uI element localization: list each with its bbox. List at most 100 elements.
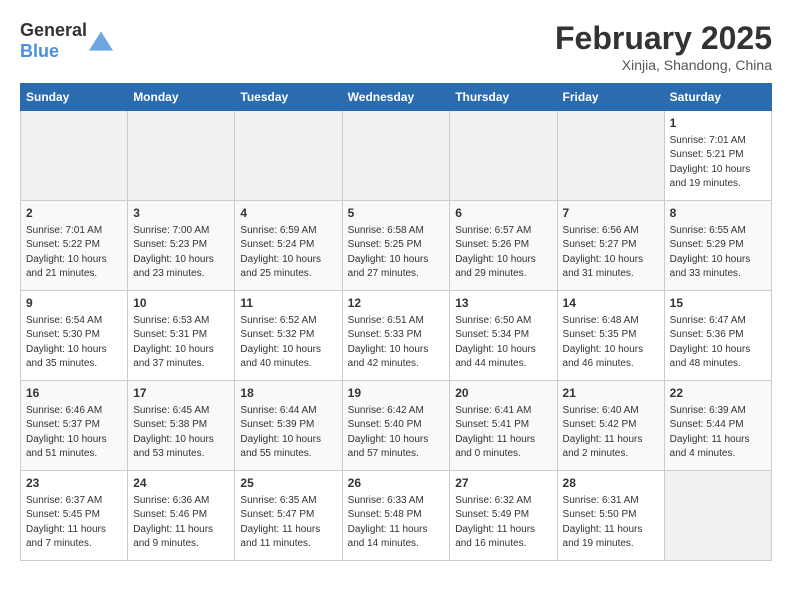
day-number: 9	[26, 295, 122, 312]
day-info: Sunrise: 6:51 AM Sunset: 5:33 PM Dayligh…	[348, 314, 445, 372]
calendar-cell: 25 Sunrise: 6:35 AM Sunset: 5:47 PM Dayli…	[235, 471, 342, 561]
header-sunday: Sunday	[21, 84, 128, 111]
header-thursday: Thursday	[450, 84, 557, 111]
calendar-cell	[557, 111, 664, 201]
day-number: 23	[26, 475, 122, 492]
day-info: Sunrise: 6:41 AM Sunset: 5:41 PM Dayligh…	[455, 404, 551, 462]
day-number: 6	[455, 205, 551, 222]
calendar-cell: 18 Sunrise: 6:44 AM Sunset: 5:39 PM Dayli…	[235, 381, 342, 471]
page-header: General Blue February 2025 Xinjia, Shand…	[20, 20, 772, 73]
calendar-week-1: 1 Sunrise: 7:01 AM Sunset: 5:21 PM Daylig…	[21, 111, 772, 201]
day-number: 28	[563, 475, 659, 492]
calendar-cell: 27 Sunrise: 6:32 AM Sunset: 5:49 PM Dayli…	[450, 471, 557, 561]
day-number: 17	[133, 385, 229, 402]
calendar-cell	[21, 111, 128, 201]
calendar-cell: 24 Sunrise: 6:36 AM Sunset: 5:46 PM Dayli…	[128, 471, 235, 561]
day-info: Sunrise: 6:44 AM Sunset: 5:39 PM Dayligh…	[240, 404, 336, 462]
calendar-cell: 14Sunrise: 6:48 AM Sunset: 5:35 PM Dayli…	[557, 291, 664, 381]
logo-general: General	[20, 20, 87, 40]
calendar-week-4: 16Sunrise: 6:46 AM Sunset: 5:37 PM Dayli…	[21, 381, 772, 471]
calendar-cell: 3 Sunrise: 7:00 AM Sunset: 5:23 PM Daylig…	[128, 201, 235, 291]
calendar-cell: 28 Sunrise: 6:31 AM Sunset: 5:50 PM Dayli…	[557, 471, 664, 561]
day-number: 21	[563, 385, 659, 402]
calendar-week-5: 23 Sunrise: 6:37 AM Sunset: 5:45 PM Dayli…	[21, 471, 772, 561]
day-number: 24	[133, 475, 229, 492]
day-info: Sunrise: 6:37 AM Sunset: 5:45 PM Dayligh…	[26, 494, 122, 552]
day-number: 26	[348, 475, 445, 492]
day-info: Sunrise: 6:48 AM Sunset: 5:35 PM Dayligh…	[563, 314, 659, 372]
header-saturday: Saturday	[664, 84, 771, 111]
day-number: 11	[240, 295, 336, 312]
day-number: 22	[670, 385, 766, 402]
day-info: Sunrise: 6:47 AM Sunset: 5:36 PM Dayligh…	[670, 314, 766, 372]
logo-icon	[89, 31, 113, 51]
calendar-header-row: SundayMondayTuesdayWednesdayThursdayFrid…	[21, 84, 772, 111]
day-number: 2	[26, 205, 122, 222]
day-number: 20	[455, 385, 551, 402]
day-info: Sunrise: 6:36 AM Sunset: 5:46 PM Dayligh…	[133, 494, 229, 552]
day-number: 4	[240, 205, 336, 222]
day-info: Sunrise: 6:39 AM Sunset: 5:44 PM Dayligh…	[670, 404, 766, 462]
day-info: Sunrise: 6:56 AM Sunset: 5:27 PM Dayligh…	[563, 224, 659, 282]
calendar-cell: 4 Sunrise: 6:59 AM Sunset: 5:24 PM Daylig…	[235, 201, 342, 291]
calendar-week-2: 2 Sunrise: 7:01 AM Sunset: 5:22 PM Daylig…	[21, 201, 772, 291]
day-info: Sunrise: 6:54 AM Sunset: 5:30 PM Dayligh…	[26, 314, 122, 372]
day-number: 12	[348, 295, 445, 312]
day-info: Sunrise: 6:52 AM Sunset: 5:32 PM Dayligh…	[240, 314, 336, 372]
day-number: 7	[563, 205, 659, 222]
calendar-cell: 5Sunrise: 6:58 AM Sunset: 5:25 PM Daylig…	[342, 201, 450, 291]
logo-text: General Blue	[20, 20, 87, 62]
day-number: 27	[455, 475, 551, 492]
calendar-cell	[342, 111, 450, 201]
calendar-cell: 11 Sunrise: 6:52 AM Sunset: 5:32 PM Dayli…	[235, 291, 342, 381]
day-number: 1	[670, 115, 766, 132]
day-info: Sunrise: 6:32 AM Sunset: 5:49 PM Dayligh…	[455, 494, 551, 552]
calendar-cell: 20 Sunrise: 6:41 AM Sunset: 5:41 PM Dayli…	[450, 381, 557, 471]
calendar-cell: 26 Sunrise: 6:33 AM Sunset: 5:48 PM Dayli…	[342, 471, 450, 561]
day-info: Sunrise: 7:01 AM Sunset: 5:22 PM Dayligh…	[26, 224, 122, 282]
day-number: 3	[133, 205, 229, 222]
day-number: 15	[670, 295, 766, 312]
title-section: February 2025 Xinjia, Shandong, China	[555, 20, 772, 73]
day-info: Sunrise: 7:00 AM Sunset: 5:23 PM Dayligh…	[133, 224, 229, 282]
calendar-cell: 1 Sunrise: 7:01 AM Sunset: 5:21 PM Daylig…	[664, 111, 771, 201]
day-info: Sunrise: 7:01 AM Sunset: 5:21 PM Dayligh…	[670, 134, 766, 192]
header-friday: Friday	[557, 84, 664, 111]
calendar-cell: 10 Sunrise: 6:53 AM Sunset: 5:31 PM Dayli…	[128, 291, 235, 381]
day-number: 25	[240, 475, 336, 492]
month-title: February 2025	[555, 20, 772, 57]
calendar-cell	[235, 111, 342, 201]
day-number: 10	[133, 295, 229, 312]
calendar-cell: 17 Sunrise: 6:45 AM Sunset: 5:38 PM Dayli…	[128, 381, 235, 471]
day-number: 19	[348, 385, 445, 402]
day-info: Sunrise: 6:53 AM Sunset: 5:31 PM Dayligh…	[133, 314, 229, 372]
day-info: Sunrise: 6:58 AM Sunset: 5:25 PM Dayligh…	[348, 224, 445, 282]
day-number: 18	[240, 385, 336, 402]
calendar-cell: 2 Sunrise: 7:01 AM Sunset: 5:22 PM Daylig…	[21, 201, 128, 291]
calendar-cell: 6Sunrise: 6:57 AM Sunset: 5:26 PM Daylig…	[450, 201, 557, 291]
calendar-cell	[128, 111, 235, 201]
calendar-table: SundayMondayTuesdayWednesdayThursdayFrid…	[20, 83, 772, 561]
calendar-cell: 16Sunrise: 6:46 AM Sunset: 5:37 PM Dayli…	[21, 381, 128, 471]
logo: General Blue	[20, 20, 113, 62]
day-info: Sunrise: 6:40 AM Sunset: 5:42 PM Dayligh…	[563, 404, 659, 462]
day-info: Sunrise: 6:35 AM Sunset: 5:47 PM Dayligh…	[240, 494, 336, 552]
day-info: Sunrise: 6:45 AM Sunset: 5:38 PM Dayligh…	[133, 404, 229, 462]
day-info: Sunrise: 6:31 AM Sunset: 5:50 PM Dayligh…	[563, 494, 659, 552]
calendar-cell: 15 Sunrise: 6:47 AM Sunset: 5:36 PM Dayli…	[664, 291, 771, 381]
calendar-cell: 19 Sunrise: 6:42 AM Sunset: 5:40 PM Dayli…	[342, 381, 450, 471]
header-monday: Monday	[128, 84, 235, 111]
calendar-cell	[450, 111, 557, 201]
day-info: Sunrise: 6:50 AM Sunset: 5:34 PM Dayligh…	[455, 314, 551, 372]
day-info: Sunrise: 6:55 AM Sunset: 5:29 PM Dayligh…	[670, 224, 766, 282]
calendar-week-3: 9 Sunrise: 6:54 AM Sunset: 5:30 PM Daylig…	[21, 291, 772, 381]
calendar-cell: 12 Sunrise: 6:51 AM Sunset: 5:33 PM Dayli…	[342, 291, 450, 381]
calendar-cell: 9 Sunrise: 6:54 AM Sunset: 5:30 PM Daylig…	[21, 291, 128, 381]
calendar-cell: 21 Sunrise: 6:40 AM Sunset: 5:42 PM Dayli…	[557, 381, 664, 471]
calendar-cell	[664, 471, 771, 561]
day-number: 8	[670, 205, 766, 222]
day-info: Sunrise: 6:42 AM Sunset: 5:40 PM Dayligh…	[348, 404, 445, 462]
day-info: Sunrise: 6:59 AM Sunset: 5:24 PM Dayligh…	[240, 224, 336, 282]
day-info: Sunrise: 6:33 AM Sunset: 5:48 PM Dayligh…	[348, 494, 445, 552]
day-number: 16	[26, 385, 122, 402]
